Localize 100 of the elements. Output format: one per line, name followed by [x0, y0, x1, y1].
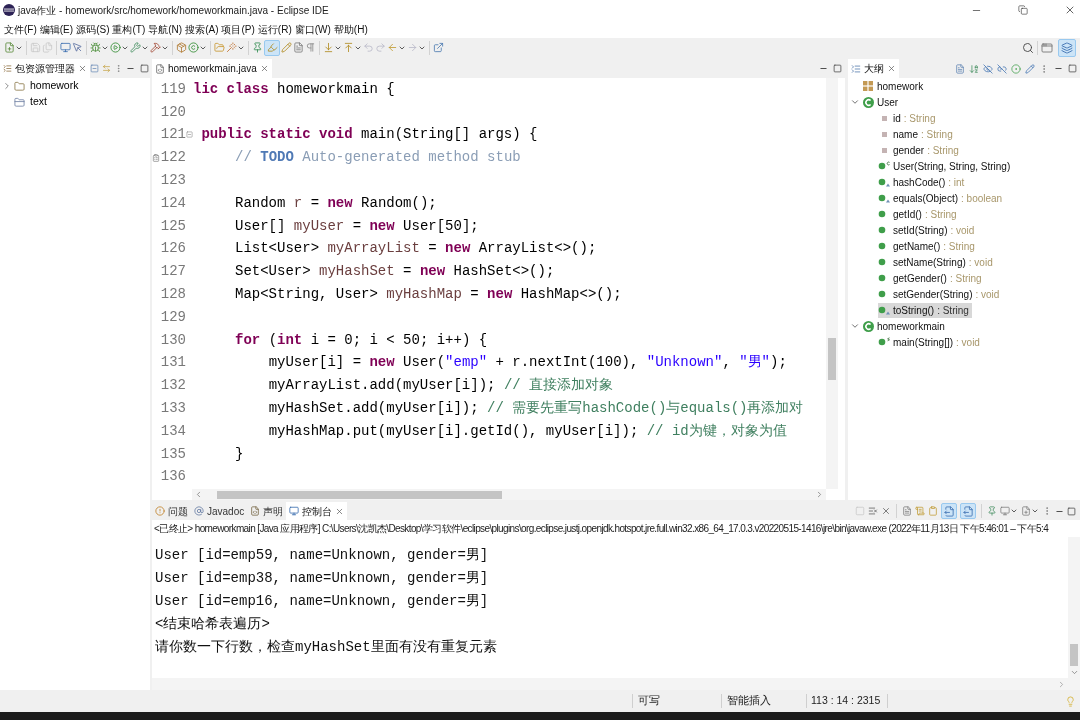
- document-icon[interactable]: [902, 506, 912, 516]
- outline-item[interactable]: main(String[]) : void: [878, 334, 983, 350]
- scrollbar-thumb[interactable]: [828, 338, 836, 380]
- scroll-left-icon[interactable]: [194, 490, 203, 499]
- pin-icon[interactable]: [987, 506, 997, 516]
- menu-item[interactable]: 重构(T): [112, 21, 146, 37]
- menu-item[interactable]: 项目(P): [221, 21, 255, 37]
- caret-icon[interactable]: [1010, 507, 1018, 515]
- close-icon[interactable]: [1064, 4, 1076, 16]
- clipboard-icon[interactable]: [928, 506, 938, 516]
- list-x-icon[interactable]: [868, 506, 878, 516]
- outline-item[interactable]: User: [862, 94, 902, 110]
- play-icon[interactable]: [110, 42, 121, 53]
- outline-item[interactable]: getId() : String: [878, 206, 960, 222]
- eye-off-icon[interactable]: [983, 63, 993, 74]
- tree-item[interactable]: homework: [14, 78, 82, 94]
- pencil-icon[interactable]: [1025, 63, 1035, 74]
- external-link-icon[interactable]: [433, 42, 444, 53]
- chevron-right-icon[interactable]: [2, 81, 12, 91]
- square-minus-icon[interactable]: [90, 64, 99, 73]
- outline-item[interactable]: setId(String) : void: [878, 222, 978, 238]
- scroll-down-icon[interactable]: [1069, 668, 1079, 677]
- scroll-right-icon[interactable]: [1057, 679, 1066, 689]
- pencil-icon[interactable]: [281, 42, 292, 53]
- maximize-icon[interactable]: [1068, 64, 1077, 73]
- panel-tab[interactable]: 大纲: [848, 59, 899, 78]
- lightbulb-icon[interactable]: [1065, 695, 1076, 707]
- more-icon[interactable]: [114, 64, 123, 73]
- maximize-icon[interactable]: [833, 64, 842, 73]
- monitor-icon[interactable]: [60, 42, 71, 53]
- bug-icon[interactable]: [90, 42, 101, 53]
- chevron-down-icon[interactable]: [850, 321, 860, 331]
- horizontal-scrollbar[interactable]: [192, 489, 826, 500]
- file-plus-icon[interactable]: [1021, 506, 1031, 516]
- menu-item[interactable]: 帮助(H): [333, 21, 368, 37]
- menu-item[interactable]: 搜索(A): [185, 21, 219, 37]
- cursor-icon[interactable]: [72, 42, 83, 53]
- panel-tab[interactable]: 问题: [152, 502, 191, 520]
- outline-item[interactable]: name : String: [878, 126, 956, 142]
- arrows-icon[interactable]: [102, 64, 111, 73]
- outline-item[interactable]: gender : String: [878, 142, 962, 158]
- outline-item[interactable]: equals(Object) : boolean: [878, 190, 1006, 206]
- close-icon[interactable]: [335, 506, 345, 516]
- restore-icon[interactable]: [1018, 5, 1028, 15]
- close-icon[interactable]: [78, 64, 87, 73]
- toggle-button[interactable]: [264, 39, 280, 56]
- vertical-scrollbar[interactable]: [1068, 537, 1080, 678]
- outline-item[interactable]: hashCode() : int: [878, 174, 968, 190]
- c-circle-icon[interactable]: [188, 42, 199, 53]
- perspective-button[interactable]: [1058, 38, 1076, 57]
- pin-icon[interactable]: [252, 42, 263, 53]
- close-icon[interactable]: [259, 64, 269, 73]
- window-icon[interactable]: [1041, 41, 1053, 54]
- x-icon[interactable]: [881, 506, 891, 516]
- menu-item[interactable]: 运行(R): [257, 21, 292, 37]
- outline-item[interactable]: setName(String) : void: [878, 254, 996, 270]
- pilcrow-icon[interactable]: [305, 42, 316, 53]
- outline-item[interactable]: getGender() : String: [878, 270, 985, 286]
- outline-item[interactable]: User(String, String, String): [878, 158, 1014, 174]
- outline-item[interactable]: homeworkmain: [862, 318, 948, 334]
- menu-item[interactable]: 编辑(E): [39, 21, 74, 37]
- tree-item[interactable]: text: [14, 94, 50, 110]
- sort-icon[interactable]: [969, 63, 979, 74]
- circle-dot-icon[interactable]: [1011, 63, 1021, 74]
- outline-item[interactable]: getName() : String: [878, 238, 978, 254]
- scroll-icon[interactable]: [915, 506, 925, 516]
- horizontal-scrollbar[interactable]: [152, 678, 1080, 690]
- panel-tab[interactable]: 控制台: [286, 502, 348, 520]
- panel-tab[interactable]: Javadoc: [191, 502, 248, 520]
- hammer-icon[interactable]: [150, 42, 161, 53]
- panel-tab[interactable]: 声明: [247, 502, 287, 520]
- close-icon[interactable]: [887, 64, 896, 73]
- scrollbar-thumb[interactable]: [1070, 644, 1078, 666]
- menu-item[interactable]: 文件(F): [4, 21, 37, 37]
- square-minus-icon[interactable]: [186, 131, 193, 139]
- package-icon[interactable]: [176, 42, 187, 53]
- toggle-button[interactable]: [960, 503, 976, 519]
- document-icon[interactable]: [955, 63, 965, 74]
- menu-item[interactable]: 导航(N): [148, 21, 183, 37]
- monitor-icon[interactable]: [1000, 506, 1010, 516]
- toggle-button[interactable]: [941, 503, 957, 519]
- file-plus-icon[interactable]: [4, 42, 15, 53]
- outline-item[interactable]: homework: [862, 78, 927, 94]
- panel-tab[interactable]: 包资源管理器: [0, 59, 90, 78]
- link-off-icon[interactable]: [997, 63, 1007, 74]
- scroll-right-icon[interactable]: [815, 490, 824, 499]
- chevron-down-icon[interactable]: [850, 97, 860, 107]
- outline-item[interactable]: setGender(String) : void: [878, 286, 1003, 302]
- panel-tab[interactable]: homeworkmain.java: [152, 59, 272, 78]
- caret-icon[interactable]: [1031, 507, 1039, 515]
- outline-item[interactable]: id : String: [878, 110, 939, 126]
- outline-item[interactable]: toString() : String: [878, 302, 972, 318]
- folder-open-icon[interactable]: [214, 42, 225, 53]
- search-icon[interactable]: [1022, 41, 1034, 54]
- document-icon[interactable]: [293, 42, 304, 53]
- maximize-icon[interactable]: [140, 64, 149, 73]
- wand-icon[interactable]: [226, 42, 237, 53]
- maximize-icon[interactable]: [1067, 506, 1076, 516]
- menu-item[interactable]: 窗口(W): [294, 21, 331, 37]
- vertical-scrollbar[interactable]: [826, 78, 838, 489]
